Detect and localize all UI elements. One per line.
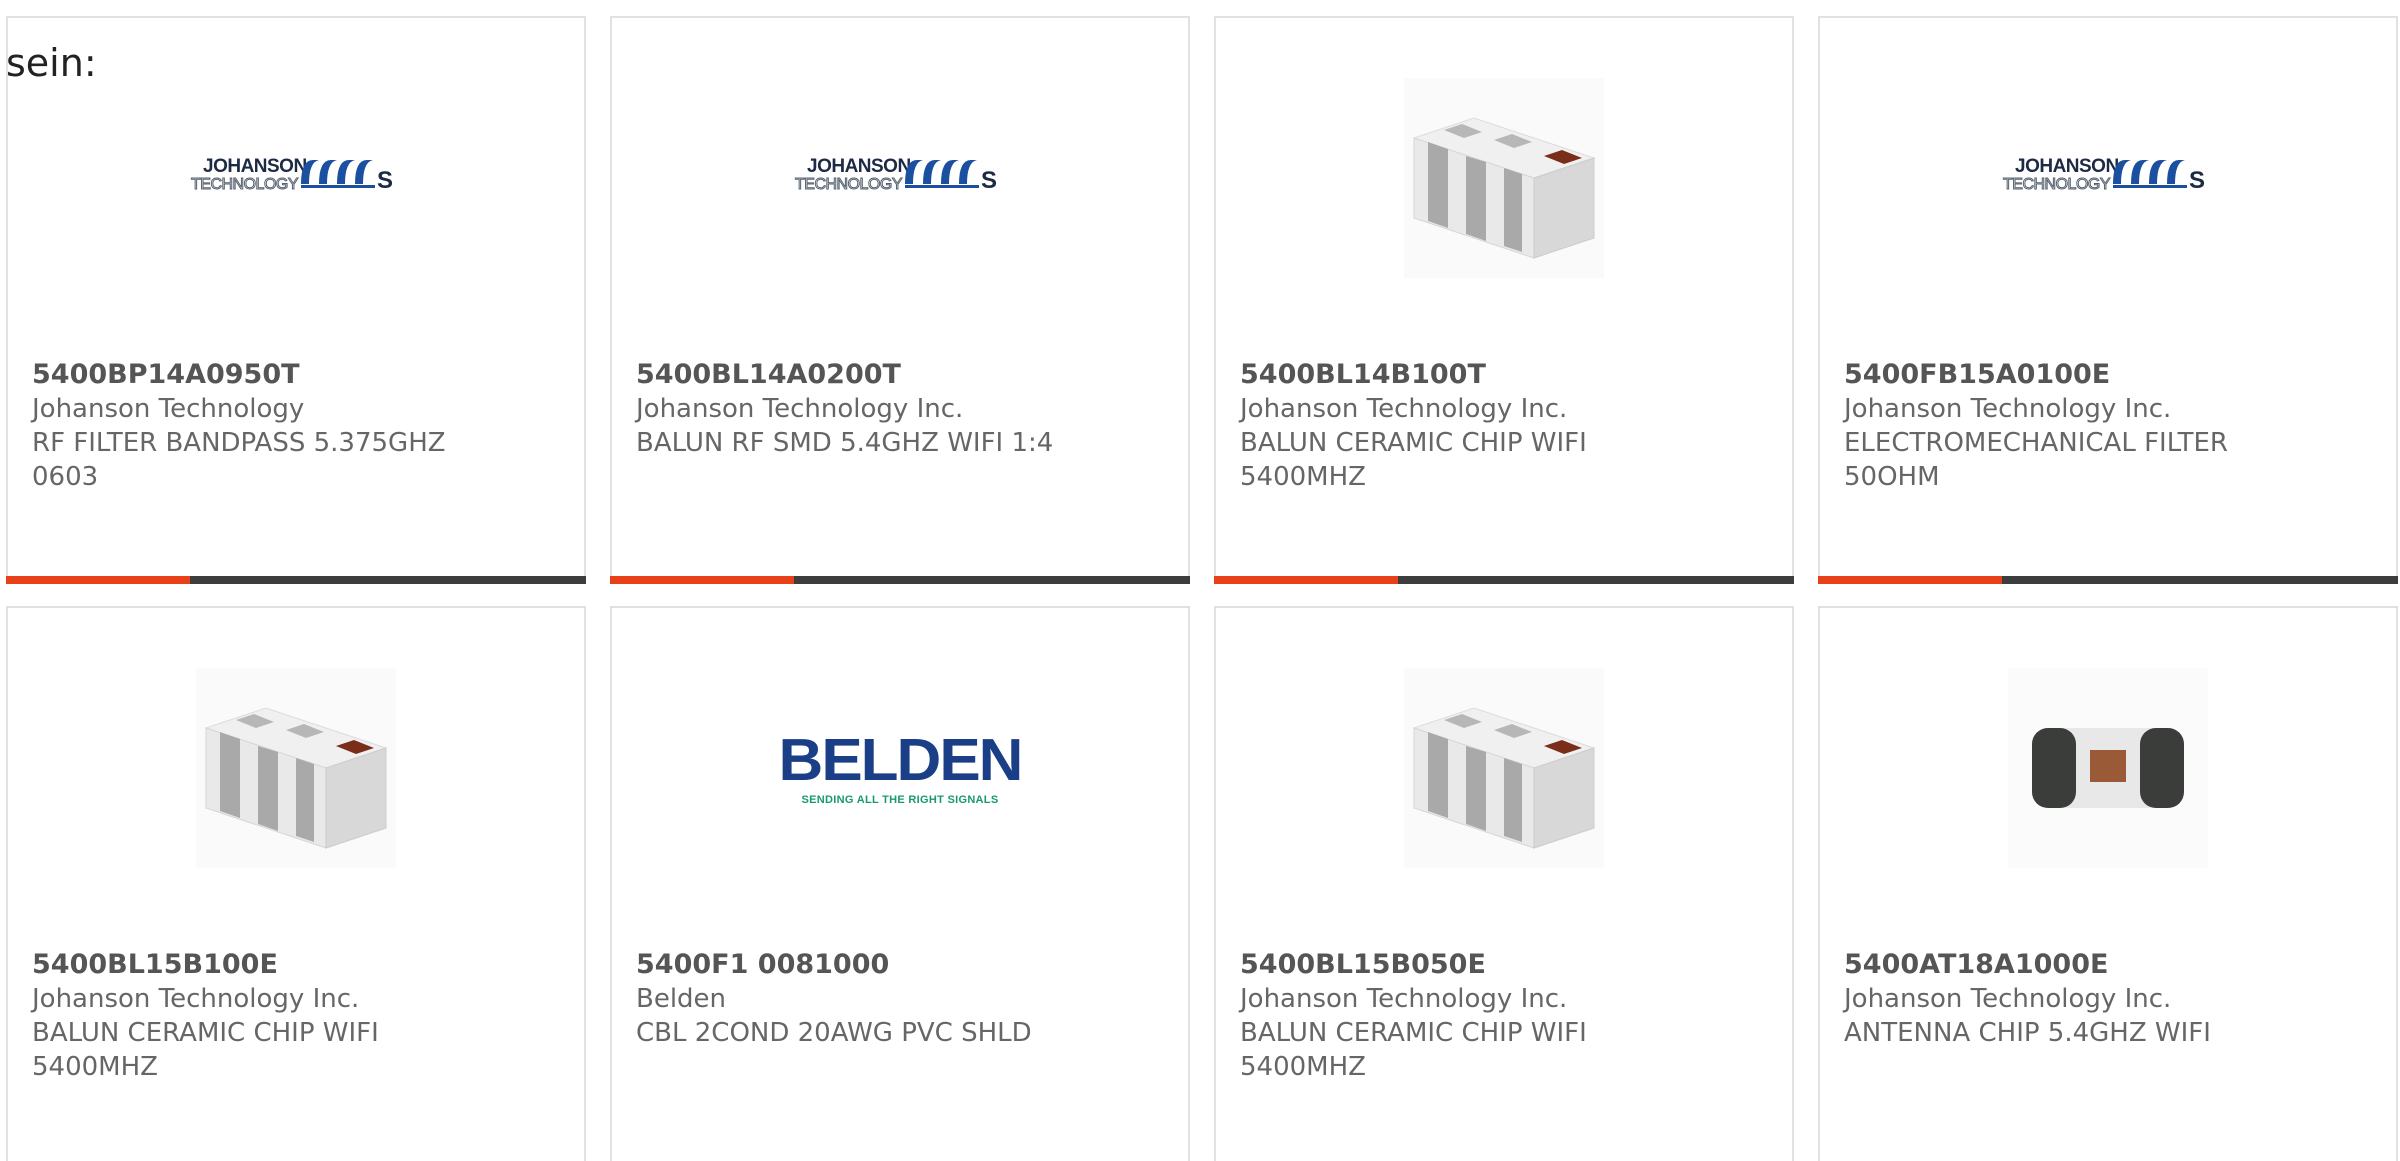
- product-grid: JOHANSON TECHNOLOGY S 5400BP14A0950T Joh…: [6, 16, 2400, 584]
- manufacturer: Johanson Technology Inc.: [636, 394, 964, 424]
- product-info: 5400BP14A0950T Johanson Technology RF FI…: [32, 358, 560, 494]
- product-info: 5400BL14B100T Johanson Technology Inc. B…: [1240, 358, 1768, 494]
- part-number[interactable]: 5400BP14A0950T: [32, 358, 560, 392]
- manufacturer: Johanson Technology Inc.: [1240, 984, 1568, 1014]
- product-grid-page: sein: JOHANSON TECHNOLOGY S 5400BP14A095…: [0, 0, 2400, 1161]
- manufacturer: Johanson Technology Inc.: [32, 984, 360, 1014]
- svg-text:S: S: [2189, 167, 2205, 194]
- product-card[interactable]: 5400BL15B100E Johanson Technology Inc. B…: [6, 606, 586, 1161]
- manufacturer: Johanson Technology Inc.: [1240, 394, 1568, 424]
- card-bottom-bar: [1818, 576, 2398, 584]
- product-card[interactable]: BELDEN SENDING ALL THE RIGHT SIGNALS 540…: [610, 606, 1190, 1161]
- product-image: [1820, 668, 2396, 868]
- svg-text:S: S: [981, 167, 997, 194]
- part-number[interactable]: 5400BL15B050E: [1240, 948, 1768, 982]
- part-number[interactable]: 5400AT18A1000E: [1844, 948, 2372, 982]
- product-card[interactable]: JOHANSON TECHNOLOGY S 5400: [6, 16, 586, 584]
- part-number[interactable]: 5400BL14B100T: [1240, 358, 1768, 392]
- balun-chip-photo: [1404, 78, 1604, 278]
- product-card[interactable]: JOHANSON TECHNOLOGY S 5400: [1818, 16, 2398, 584]
- product-card[interactable]: JOHANSON TECHNOLOGY S 5400: [610, 16, 1190, 584]
- product-image: BELDEN SENDING ALL THE RIGHT SIGNALS: [612, 668, 1188, 868]
- belden-logo: BELDEN SENDING ALL THE RIGHT SIGNALS: [778, 727, 1024, 806]
- balun-chip-photo: [196, 668, 396, 868]
- part-number[interactable]: 5400BL14A0200T: [636, 358, 1164, 392]
- description: BALUN CERAMIC CHIP WIFI 5400MHZ: [1240, 1018, 1587, 1082]
- description: ANTENNA CHIP 5.4GHZ WIFI: [1844, 1018, 2211, 1048]
- part-number[interactable]: 5400FB15A0100E: [1844, 358, 2372, 392]
- johanson-logo: JOHANSON TECHNOLOGY S: [2002, 156, 2206, 194]
- intro-text: sein:: [6, 41, 97, 85]
- description: BALUN RF SMD 5.4GHZ WIFI 1:4: [636, 428, 1054, 458]
- antenna-chip-photo: [2008, 668, 2208, 868]
- product-image: [1216, 78, 1792, 278]
- product-info: 5400BL14A0200T Johanson Technology Inc. …: [636, 358, 1164, 460]
- product-card[interactable]: 5400BL15B050E Johanson Technology Inc. B…: [1214, 606, 1794, 1161]
- description: ELECTROMECHANICAL FILTER 50OHM: [1844, 428, 2228, 492]
- product-info: 5400BL15B050E Johanson Technology Inc. B…: [1240, 948, 1768, 1084]
- manufacturer: Belden: [636, 984, 727, 1014]
- product-image: [1216, 668, 1792, 868]
- johanson-logo: JOHANSON TECHNOLOGY S: [794, 156, 998, 194]
- product-info: 5400F1 0081000 Belden CBL 2COND 20AWG PV…: [636, 948, 1164, 1050]
- product-card[interactable]: 5400BL14B100T Johanson Technology Inc. B…: [1214, 16, 1794, 584]
- product-info: 5400FB15A0100E Johanson Technology Inc. …: [1844, 358, 2372, 494]
- product-image: JOHANSON TECHNOLOGY S: [612, 78, 1188, 278]
- manufacturer: Johanson Technology: [32, 394, 305, 424]
- description: CBL 2COND 20AWG PVC SHLD: [636, 1018, 1032, 1048]
- description: BALUN CERAMIC CHIP WIFI 5400MHZ: [1240, 428, 1587, 492]
- product-image: JOHANSON TECHNOLOGY S: [8, 78, 584, 278]
- card-bottom-bar: [1214, 576, 1794, 584]
- product-image: [8, 668, 584, 868]
- balun-chip-photo: [1404, 668, 1604, 868]
- card-bottom-bar: [6, 576, 586, 584]
- manufacturer: Johanson Technology Inc.: [1844, 984, 2172, 1014]
- product-grid-row-2: 5400BL15B100E Johanson Technology Inc. B…: [6, 606, 2400, 1161]
- part-number[interactable]: 5400BL15B100E: [32, 948, 560, 982]
- svg-text:S: S: [377, 167, 393, 194]
- description: RF FILTER BANDPASS 5.375GHZ 0603: [32, 428, 446, 492]
- description: BALUN CERAMIC CHIP WIFI 5400MHZ: [32, 1018, 379, 1082]
- card-bottom-bar: [610, 576, 1190, 584]
- product-card[interactable]: 5400AT18A1000E Johanson Technology Inc. …: [1818, 606, 2398, 1161]
- product-image: JOHANSON TECHNOLOGY S: [1820, 78, 2396, 278]
- part-number[interactable]: 5400F1 0081000: [636, 948, 1164, 982]
- johanson-logo: JOHANSON TECHNOLOGY S: [190, 156, 394, 194]
- product-info: 5400AT18A1000E Johanson Technology Inc. …: [1844, 948, 2372, 1050]
- manufacturer: Johanson Technology Inc.: [1844, 394, 2172, 424]
- product-info: 5400BL15B100E Johanson Technology Inc. B…: [32, 948, 560, 1084]
